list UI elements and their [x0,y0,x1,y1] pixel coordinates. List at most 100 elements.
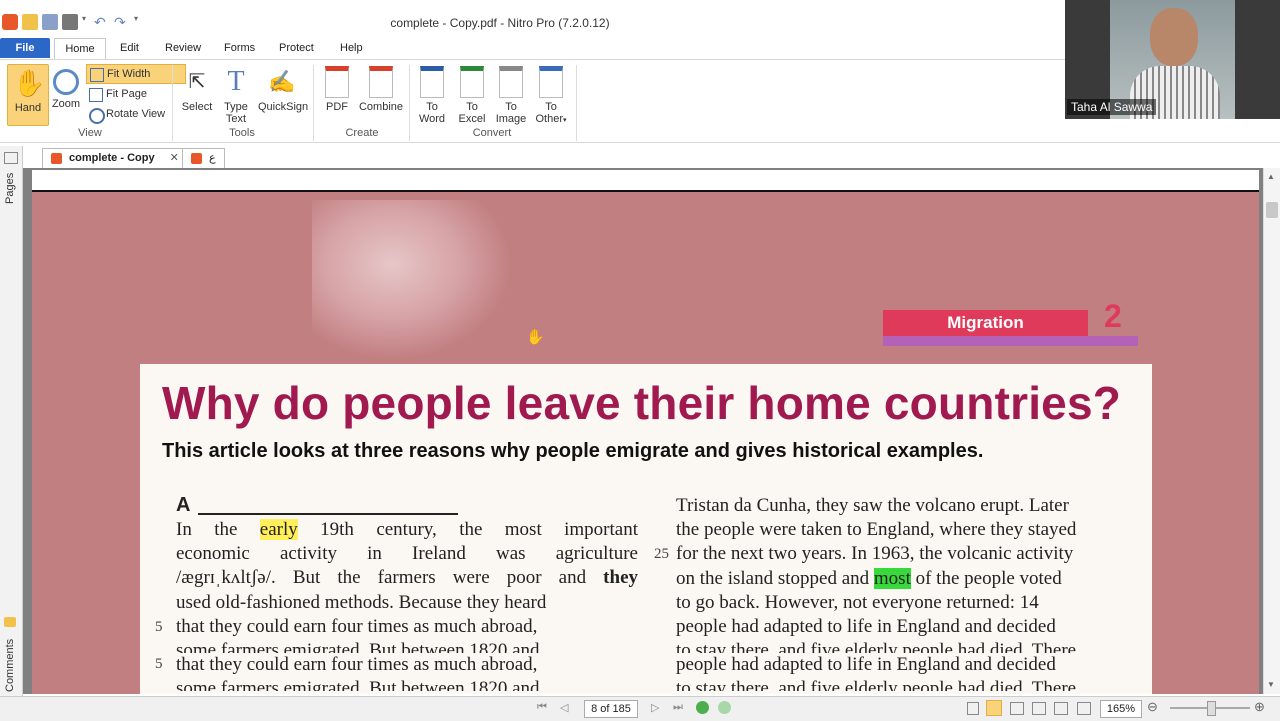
type-text-icon: T [227,66,245,97]
facing-view-icon[interactable] [1010,702,1024,715]
facing-continuous-icon[interactable] [1032,702,1046,715]
article-panel: Why do people leave their home countries… [140,364,1152,694]
to-word-button[interactable]: To Word [416,64,448,125]
line-number: 25 [654,546,669,562]
fit-page-view-icon[interactable] [1054,702,1068,715]
to-image-button[interactable]: To Image [494,64,528,125]
presenter-face [1150,8,1198,66]
tab-home[interactable]: Home [54,38,106,60]
text-line: for the next two years. In 1963, the vol… [676,543,1074,565]
group-label-create: Create [345,127,379,139]
word-icon [420,66,444,98]
text-line: that they could earn four times as much … [176,615,538,637]
section-blank-line [198,513,458,515]
next-page-icon[interactable]: ▷ [651,701,659,714]
combine-button[interactable]: Combine [358,64,404,113]
tab-edit[interactable]: Edit [120,42,139,54]
image-icon [499,66,523,98]
zoom-out-icon[interactable]: ⊖ [1147,699,1158,715]
background-photo [312,200,512,360]
page-number-field[interactable]: 8 of 185 [584,700,638,718]
scroll-up-icon[interactable]: ▲ [1267,172,1275,181]
pdf-file-icon [191,153,202,164]
status-bar: ⏮ ◁ 8 of 185 ▷ ⏭ 165% ⊖ ⊕ [0,696,1280,721]
to-other-button[interactable]: To Other▾ [532,64,570,127]
previous-page-icon[interactable]: ◁ [560,701,568,714]
comments-panel-tab[interactable]: Comments [4,639,16,692]
text-line: Tristan da Cunha, they saw the volcano e… [676,495,1069,516]
file-menu-button[interactable]: File [0,38,50,58]
text-line: used old-fashioned methods. Because they… [176,591,547,613]
type-text-button[interactable]: T Type Text [220,64,252,125]
text-line: /ægrɪˌkʌltʃə/. But the farmers were poor… [176,567,638,589]
quicksign-button[interactable]: ✍ QuickSign [258,64,308,113]
text-line-partial: some farmers emigrated. But between 1820… [176,678,540,692]
badge-underline [883,336,1138,346]
window-title: complete - Copy.pdf - Nitro Pro (7.2.0.1… [390,16,610,30]
chevron-down-icon: ▾ [563,117,567,124]
fit-page-button[interactable]: Fit Page [86,85,147,103]
group-label-view: View [78,127,102,139]
zoom-button[interactable]: Zoom [50,64,82,110]
group-label-convert: Convert [472,127,512,139]
section-letter: A [176,494,191,516]
tab-protect[interactable]: Protect [279,42,314,54]
text-line-partial: to stay there, and five elderly people h… [676,640,1077,654]
article-heading: Why do people leave their home countries… [162,377,1122,429]
bold-word: they [603,567,638,589]
comments-icon[interactable] [4,617,16,627]
back-icon[interactable] [696,701,709,714]
pages-icon[interactable] [4,152,18,164]
previous-page-end [32,170,1259,192]
hand-cursor-icon: ✋ [526,329,545,346]
select-button[interactable]: ⇱ Select [180,64,214,113]
continuous-view-icon[interactable] [986,700,1002,716]
document-viewport[interactable]: ✋ Migration 2 Why do people leave their … [23,168,1263,694]
combine-icon [369,66,393,98]
ribbon-divider [409,65,410,141]
tab-review[interactable]: Review [165,42,201,54]
single-page-view-icon[interactable] [967,702,979,715]
zoom-icon [53,69,79,95]
ribbon-divider [313,65,314,141]
hand-icon: ✋ [13,68,46,98]
zoom-level-field[interactable]: 165% [1100,700,1142,718]
tab-help[interactable]: Help [340,42,363,54]
pdf-page[interactable]: ✋ Migration 2 Why do people leave their … [32,170,1259,694]
document-tabs: complete - Copy ✕ ع [0,146,1280,169]
text-line: people had adapted to life in England an… [676,615,1056,637]
tab-forms[interactable]: Forms [224,42,255,54]
text-line-partial: to stay there, and five elderly people h… [676,678,1077,692]
highlight-early: early [259,519,298,540]
zoom-slider-thumb[interactable] [1207,701,1216,716]
to-excel-button[interactable]: To Excel [455,64,489,125]
zoom-in-icon[interactable]: ⊕ [1254,699,1265,715]
doc-tab-active[interactable]: complete - Copy ✕ [42,148,188,168]
pages-panel-tab[interactable]: Pages [4,173,16,204]
last-page-icon[interactable]: ⏭ [673,701,683,714]
pdf-icon [325,66,349,98]
vertical-scrollbar[interactable]: ▲ ▼ [1263,168,1280,694]
doc-tab[interactable]: ع [182,148,225,168]
chapter-badge: Migration [883,310,1088,336]
create-pdf-button[interactable]: PDF [322,64,352,113]
text-line-partial: some farmers emigrated. But between 1820… [176,639,540,653]
forward-icon[interactable] [718,701,731,714]
close-icon[interactable]: ✕ [170,152,179,164]
signature-icon: ✍ [268,69,296,94]
side-panel: Pages Comments [0,146,23,696]
article-subheading: This article looks at three reasons why … [162,440,984,462]
scrollbar-thumb[interactable] [1266,202,1278,218]
hand-tool-button[interactable]: ✋ Hand [7,64,49,126]
right-column: Tristan da Cunha, they saw the volcano e… [676,494,1142,691]
text-line: on the island stopped and most of the pe… [676,567,1062,589]
pdf-file-icon [51,153,62,164]
fit-width-button[interactable]: Fit Width [86,64,186,84]
webcam-overlay: Taha Al Sawwa [1065,0,1280,119]
left-column: In the early 19th century, the most impo… [176,518,638,691]
rotate-view-button[interactable]: Rotate View [86,105,165,124]
text-line: to go back. However, not everyone return… [676,591,1039,613]
scroll-down-icon[interactable]: ▼ [1267,680,1275,689]
first-page-icon[interactable]: ⏮ [537,701,547,714]
fullscreen-icon[interactable] [1077,702,1091,715]
